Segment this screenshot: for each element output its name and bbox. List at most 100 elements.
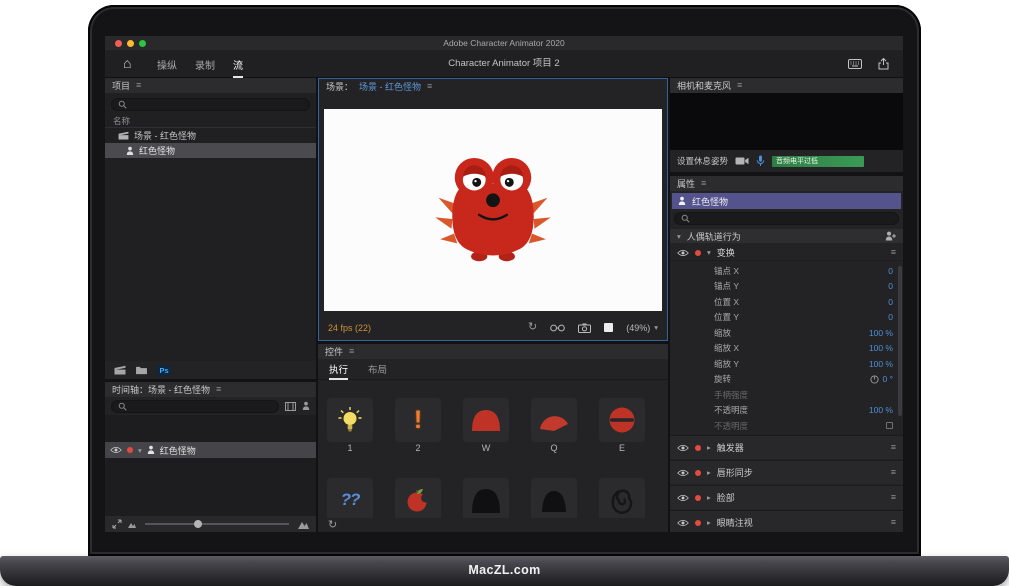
panel-menu-icon[interactable]: ≡ bbox=[737, 81, 742, 90]
project-search[interactable] bbox=[111, 98, 310, 111]
zoom-control[interactable]: (49%) ▾ bbox=[626, 323, 658, 333]
behavior-row-lipsync[interactable]: ▸ 唇形同步 ≡ bbox=[670, 460, 903, 484]
photoshop-badge[interactable]: Ps bbox=[157, 365, 171, 376]
chevron-right-icon[interactable]: ▸ bbox=[707, 443, 711, 452]
trigger-tile[interactable] bbox=[463, 478, 509, 522]
record-arm-dot[interactable] bbox=[695, 495, 701, 501]
record-arm-dot[interactable] bbox=[695, 445, 701, 451]
record-arm-dot[interactable] bbox=[695, 520, 701, 526]
puppet-filter-icon[interactable] bbox=[302, 401, 310, 411]
close-button[interactable] bbox=[115, 40, 122, 47]
panel-menu-icon[interactable]: ≡ bbox=[427, 82, 432, 91]
chevron-down-icon[interactable]: ▾ bbox=[138, 446, 142, 455]
tab-perform[interactable]: 执行 bbox=[329, 359, 348, 380]
tab-rig[interactable]: 操纵 bbox=[157, 50, 177, 78]
row-menu-icon[interactable]: ≡ bbox=[891, 248, 896, 257]
refresh-scene-icon[interactable]: ↻ bbox=[528, 322, 537, 333]
properties-search-input[interactable] bbox=[694, 214, 892, 224]
property-value[interactable]: 0 bbox=[888, 312, 893, 322]
selected-puppet-row[interactable]: 红色怪物 bbox=[672, 193, 901, 209]
timeline-zoom-slider[interactable] bbox=[145, 523, 289, 525]
behavior-row-eyegaze[interactable]: ▸ 眼睛注视 ≡ bbox=[670, 510, 903, 532]
tab-layout[interactable]: 布局 bbox=[368, 359, 387, 380]
tab-record[interactable]: 录制 bbox=[195, 50, 215, 78]
row-menu-icon[interactable]: ≡ bbox=[891, 518, 896, 527]
set-rest-pose-button[interactable]: 设置休息姿势 bbox=[677, 155, 728, 167]
zoom-in-mountain-icon[interactable] bbox=[298, 520, 309, 529]
timeline-track[interactable]: ▾ 红色怪物 bbox=[105, 442, 316, 458]
record-arm-dot[interactable] bbox=[695, 250, 701, 256]
property-value[interactable]: 0 bbox=[888, 281, 893, 291]
add-behavior-icon[interactable] bbox=[885, 231, 896, 241]
chevron-right-icon[interactable]: ▸ bbox=[707, 518, 711, 527]
trigger-tile[interactable]: E bbox=[599, 398, 645, 453]
record-arm-dot[interactable] bbox=[695, 470, 701, 476]
tab-stream[interactable]: 流 bbox=[233, 50, 243, 78]
glasses-icon[interactable] bbox=[550, 324, 565, 332]
opacity-checkbox[interactable] bbox=[886, 422, 893, 429]
zoom-out-mountain-icon[interactable] bbox=[128, 521, 136, 528]
project-search-input[interactable] bbox=[131, 100, 303, 110]
panel-menu-icon[interactable]: ≡ bbox=[216, 385, 221, 394]
property-value[interactable]: 100 % bbox=[869, 405, 893, 415]
visibility-eye-icon[interactable] bbox=[677, 249, 689, 257]
property-value[interactable]: 100 % bbox=[869, 359, 893, 369]
chevron-down-icon[interactable]: ▾ bbox=[677, 232, 681, 241]
trigger-tile[interactable] bbox=[599, 478, 645, 522]
chevron-down-icon[interactable]: ▾ bbox=[707, 248, 711, 257]
row-menu-icon[interactable]: ≡ bbox=[891, 443, 896, 452]
visibility-eye-icon[interactable] bbox=[677, 494, 689, 502]
behavior-row-triggers[interactable]: ▸ 触发器 ≡ bbox=[670, 435, 903, 459]
keyboard-icon[interactable] bbox=[848, 59, 862, 69]
scrollbar[interactable] bbox=[898, 266, 902, 416]
visibility-eye-icon[interactable] bbox=[677, 519, 689, 527]
property-value[interactable]: 100 % bbox=[869, 343, 893, 353]
trigger-tile[interactable]: ?? bbox=[327, 478, 373, 522]
project-item-puppet[interactable]: 红色怪物 bbox=[105, 143, 316, 158]
rotation-dial-icon[interactable] bbox=[870, 375, 879, 384]
new-scene-icon[interactable] bbox=[114, 365, 126, 375]
behavior-row-face[interactable]: ▸ 脸部 ≡ bbox=[670, 485, 903, 509]
property-value[interactable]: 0 ° bbox=[883, 374, 894, 384]
chevron-right-icon[interactable]: ▸ bbox=[707, 468, 711, 477]
properties-search[interactable] bbox=[674, 212, 899, 225]
record-arm-dot[interactable] bbox=[127, 447, 133, 453]
trigger-tile[interactable]: Q bbox=[531, 398, 577, 453]
trigger-tile[interactable]: ! 2 bbox=[395, 398, 441, 453]
share-icon[interactable] bbox=[878, 58, 889, 70]
behaviors-section-header[interactable]: ▾ 人偶轨道行为 bbox=[670, 229, 903, 243]
timeline-search-input[interactable] bbox=[131, 401, 272, 411]
visibility-eye-icon[interactable] bbox=[110, 446, 122, 454]
visibility-eye-icon[interactable] bbox=[677, 444, 689, 452]
panel-menu-icon[interactable]: ≡ bbox=[701, 179, 706, 188]
camera-icon[interactable] bbox=[735, 156, 749, 166]
row-menu-icon[interactable]: ≡ bbox=[891, 493, 896, 502]
trigger-tile[interactable]: 1 bbox=[327, 398, 373, 453]
scene-canvas[interactable] bbox=[324, 109, 662, 311]
maximize-button[interactable] bbox=[139, 40, 146, 47]
minimize-button[interactable] bbox=[127, 40, 134, 47]
property-value[interactable]: 0 bbox=[888, 297, 893, 307]
trigger-tile[interactable] bbox=[531, 478, 577, 522]
slider-thumb[interactable] bbox=[194, 520, 202, 528]
panel-menu-icon[interactable]: ≡ bbox=[349, 347, 354, 356]
row-menu-icon[interactable]: ≡ bbox=[891, 468, 896, 477]
panel-menu-icon[interactable]: ≡ bbox=[136, 81, 141, 90]
property-value[interactable]: 0 bbox=[888, 266, 893, 276]
timeline-search[interactable] bbox=[111, 400, 279, 413]
transform-behavior-row[interactable]: ▾ 变换 ≡ bbox=[670, 245, 903, 261]
project-item-scene[interactable]: 场景 - 红色怪物 bbox=[105, 128, 316, 143]
home-icon[interactable]: ⌂ bbox=[123, 56, 131, 70]
property-value[interactable]: 100 % bbox=[869, 328, 893, 338]
microphone-icon[interactable] bbox=[756, 155, 765, 167]
trigger-tile[interactable]: W bbox=[463, 398, 509, 453]
folder-icon[interactable] bbox=[135, 365, 148, 375]
trigger-tile[interactable] bbox=[395, 478, 441, 522]
filter-tracks-icon[interactable] bbox=[285, 402, 296, 411]
fit-timeline-icon[interactable] bbox=[112, 519, 122, 529]
stage-color-swatch[interactable] bbox=[604, 323, 613, 332]
chevron-right-icon[interactable]: ▸ bbox=[707, 493, 711, 502]
snapshot-camera-icon[interactable] bbox=[578, 323, 591, 333]
refresh-controls-icon[interactable]: ↻ bbox=[328, 520, 337, 531]
visibility-eye-icon[interactable] bbox=[677, 469, 689, 477]
